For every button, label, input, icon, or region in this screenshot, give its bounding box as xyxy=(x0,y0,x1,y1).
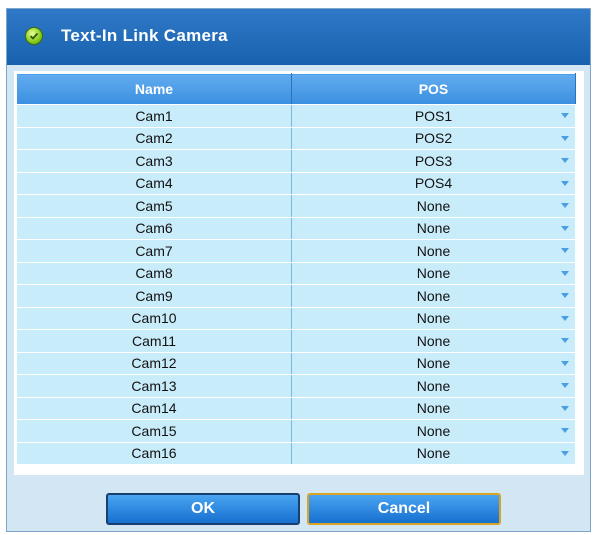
pos-select[interactable]: None xyxy=(291,216,576,240)
pos-select-value: None xyxy=(416,377,451,394)
table-row: Cam6 None xyxy=(16,216,576,240)
camera-name-cell: Cam16 xyxy=(16,441,292,465)
pos-select-value: None xyxy=(416,332,451,349)
pos-select[interactable]: None xyxy=(291,284,576,308)
camera-name-cell: Cam11 xyxy=(16,329,292,353)
pos-select[interactable]: None xyxy=(291,261,576,285)
pos-select[interactable]: None xyxy=(291,441,576,465)
dropdown-arrow-icon[interactable] xyxy=(561,270,569,276)
ok-button[interactable]: OK xyxy=(106,493,300,525)
pos-select[interactable]: POS1 xyxy=(291,104,576,128)
dialog-buttons: OK Cancel xyxy=(7,493,590,527)
dropdown-arrow-icon[interactable] xyxy=(561,405,569,411)
pos-select-value: POS4 xyxy=(414,175,453,192)
camera-name-cell: Cam6 xyxy=(16,216,292,240)
dropdown-arrow-icon[interactable] xyxy=(561,203,569,208)
table-row: Cam15 None xyxy=(16,419,576,443)
pos-select-value: None xyxy=(416,265,451,282)
column-header-name: Name xyxy=(16,73,292,105)
camera-name-cell: Cam13 xyxy=(16,374,292,398)
pos-select[interactable]: None xyxy=(291,306,576,330)
pos-select[interactable]: POS2 xyxy=(291,126,576,150)
camera-pos-table: Name POS Cam1 POS1 Cam2 POS2 Cam3 POS3 Cam4 POS… xyxy=(16,73,576,465)
camera-name-cell: Cam8 xyxy=(16,261,292,285)
pos-select[interactable]: POS3 xyxy=(291,149,576,173)
cancel-button[interactable]: Cancel xyxy=(307,493,501,525)
camera-name-cell: Cam10 xyxy=(16,306,292,330)
camera-name-cell: Cam7 xyxy=(16,239,292,263)
dropdown-arrow-icon[interactable] xyxy=(561,450,569,456)
dropdown-arrow-icon[interactable] xyxy=(561,315,569,321)
dropdown-arrow-icon[interactable] xyxy=(561,293,569,298)
pos-select-value: None xyxy=(416,287,451,304)
camera-table-frame: Name POS Cam1 POS1 Cam2 POS2 Cam3 POS3 Cam4 POS… xyxy=(14,71,584,475)
check-circle-icon xyxy=(25,27,43,45)
table-row: Cam12 None xyxy=(16,351,576,375)
pos-select[interactable]: None xyxy=(291,194,576,218)
table-row: Cam10 None xyxy=(16,306,576,330)
pos-select-value: None xyxy=(416,445,451,462)
table-row: Cam11 None xyxy=(16,329,576,353)
pos-select[interactable]: None xyxy=(291,351,576,375)
pos-select[interactable]: None xyxy=(291,419,576,443)
camera-name-cell: Cam15 xyxy=(16,419,292,443)
pos-select-value: None xyxy=(416,220,451,237)
dropdown-arrow-icon[interactable] xyxy=(561,248,569,253)
camera-name-cell: Cam14 xyxy=(16,396,292,420)
pos-select[interactable]: None xyxy=(291,396,576,420)
pos-select-value: POS3 xyxy=(414,152,453,169)
table-row: Cam13 None xyxy=(16,374,576,398)
table-row: Cam1 POS1 xyxy=(16,104,576,128)
pos-select-value: None xyxy=(416,422,451,439)
pos-select[interactable]: None xyxy=(291,239,576,263)
table-row: Cam2 POS2 xyxy=(16,126,576,150)
dropdown-arrow-icon[interactable] xyxy=(561,135,569,141)
table-row: Cam16 None xyxy=(16,441,576,465)
camera-name-cell: Cam2 xyxy=(16,126,292,150)
table-row: Cam14 None xyxy=(16,396,576,420)
pos-select[interactable]: None xyxy=(291,374,576,398)
dropdown-arrow-icon[interactable] xyxy=(561,338,569,343)
table-header-row: Name POS xyxy=(16,73,576,105)
dropdown-arrow-icon[interactable] xyxy=(561,225,569,231)
table-row: Cam5 None xyxy=(16,194,576,218)
column-header-pos: POS xyxy=(291,73,576,105)
pos-select[interactable]: None xyxy=(291,329,576,353)
dialog-title: Text-In Link Camera xyxy=(61,26,228,45)
pos-select-value: POS2 xyxy=(414,130,453,147)
dropdown-arrow-icon[interactable] xyxy=(561,428,569,433)
dropdown-arrow-icon[interactable] xyxy=(561,360,569,366)
dropdown-arrow-icon[interactable] xyxy=(561,180,569,186)
pos-select[interactable]: POS4 xyxy=(291,171,576,195)
table-row: Cam7 None xyxy=(16,239,576,263)
table-row: Cam3 POS3 xyxy=(16,149,576,173)
camera-name-cell: Cam3 xyxy=(16,149,292,173)
dropdown-arrow-icon[interactable] xyxy=(561,158,569,163)
dialog-titlebar: Text-In Link Camera xyxy=(7,9,590,65)
camera-name-cell: Cam12 xyxy=(16,351,292,375)
pos-select-value: None xyxy=(416,197,451,214)
table-row: Cam9 None xyxy=(16,284,576,308)
pos-select-value: None xyxy=(416,400,451,417)
camera-name-cell: Cam1 xyxy=(16,104,292,128)
pos-select-value: None xyxy=(416,310,451,327)
table-row: Cam8 None xyxy=(16,261,576,285)
table-row: Cam4 POS4 xyxy=(16,171,576,195)
camera-name-cell: Cam5 xyxy=(16,194,292,218)
pos-select-value: POS1 xyxy=(414,107,453,124)
pos-select-value: None xyxy=(416,242,451,259)
pos-select-value: None xyxy=(416,355,451,372)
camera-name-cell: Cam4 xyxy=(16,171,292,195)
dropdown-arrow-icon[interactable] xyxy=(561,383,569,388)
text-in-link-camera-dialog: Text-In Link Camera Name POS Cam1 POS1 Cam… xyxy=(6,8,591,532)
dropdown-arrow-icon[interactable] xyxy=(561,113,569,118)
camera-name-cell: Cam9 xyxy=(16,284,292,308)
